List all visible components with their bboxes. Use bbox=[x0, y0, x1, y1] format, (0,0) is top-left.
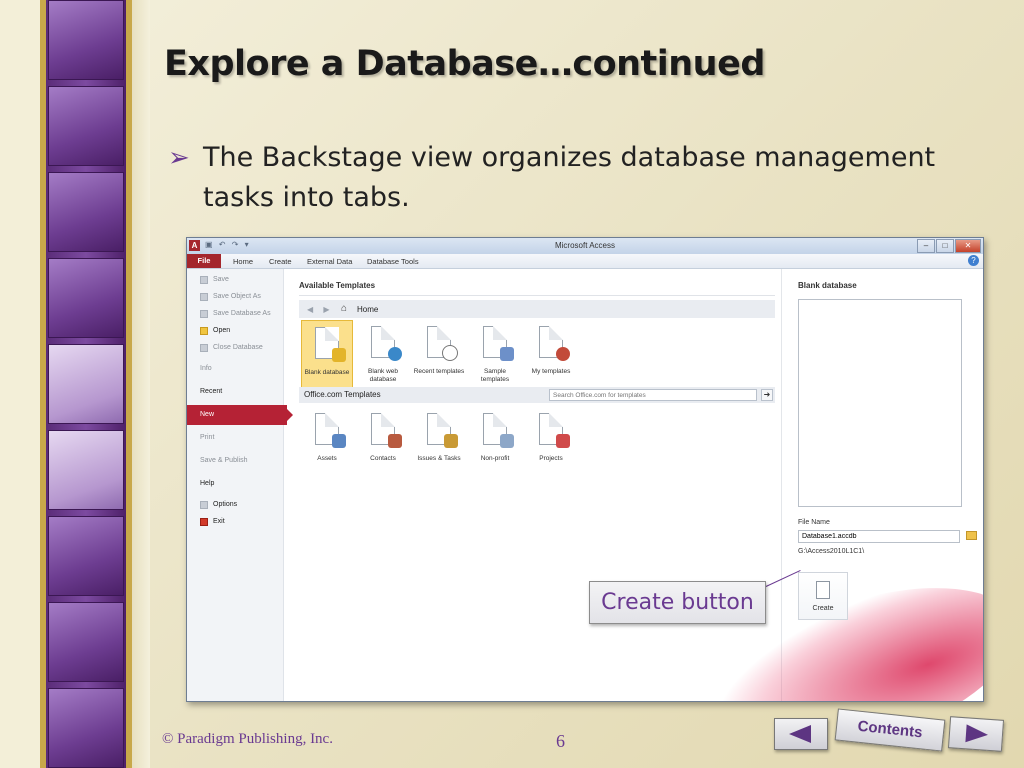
back-forward-icon[interactable]: ◀ ▶ bbox=[307, 305, 334, 314]
office-template-contacts[interactable]: Contacts bbox=[357, 407, 409, 477]
sidebar-item-close-database[interactable]: Close Database bbox=[187, 341, 283, 355]
sidebar-item-open[interactable]: Open bbox=[187, 324, 283, 338]
sidebar-item-help[interactable]: Help bbox=[187, 477, 283, 491]
sidebar-item-recent[interactable]: Recent bbox=[187, 385, 283, 399]
templates-pane: Available Templates ◀ ▶ ⌂ Home Blank dat… bbox=[299, 269, 775, 701]
tab-home[interactable]: Home bbox=[233, 257, 253, 266]
right-triangle-icon bbox=[965, 724, 989, 744]
sidebar-item-save-publish[interactable]: Save & Publish bbox=[187, 454, 283, 468]
decorative-left-band bbox=[0, 0, 150, 768]
file-name-input[interactable] bbox=[798, 530, 960, 543]
calendar-check-icon bbox=[556, 434, 570, 448]
template-nav-bar: ◀ ▶ ⌂ Home bbox=[299, 300, 775, 318]
save-database-icon bbox=[200, 310, 208, 318]
sidebar-item-save-database-as[interactable]: Save Database As bbox=[187, 307, 283, 321]
sample-monitor-icon bbox=[500, 347, 514, 361]
contents-button[interactable]: Contents bbox=[834, 708, 946, 752]
template-my-templates[interactable]: My templates bbox=[525, 320, 577, 390]
blank-database-heading: Blank database bbox=[798, 281, 857, 290]
sidebar-item-print[interactable]: Print bbox=[187, 431, 283, 445]
blank-database-pane: Blank database File Name G:\Access2010L1… bbox=[689, 269, 983, 701]
help-icon[interactable]: ? bbox=[968, 255, 979, 266]
tab-external-data[interactable]: External Data bbox=[307, 257, 352, 266]
access-window-screenshot: A ▣ ↶ ↷ ▾ Microsoft Access – □ ✕ File Ho… bbox=[186, 237, 984, 702]
minimize-button[interactable]: – bbox=[917, 239, 935, 253]
bullet-text: The Backstage view organizes database ma… bbox=[203, 142, 936, 213]
bullet-point: ➢ The Backstage view organizes database … bbox=[168, 138, 968, 218]
home-label[interactable]: Home bbox=[357, 305, 378, 314]
sidebar-item-info[interactable]: Info bbox=[187, 362, 283, 376]
tab-file[interactable]: File bbox=[187, 254, 221, 268]
folder-open-icon bbox=[200, 327, 208, 335]
options-icon bbox=[200, 501, 208, 509]
exit-icon bbox=[200, 518, 208, 526]
save-object-icon bbox=[200, 293, 208, 301]
template-blank-web-database[interactable]: Blank web database bbox=[357, 320, 409, 390]
assets-icon bbox=[332, 434, 346, 448]
tab-create[interactable]: Create bbox=[269, 257, 292, 266]
office-templates-label: Office.com Templates bbox=[304, 390, 381, 399]
office-template-non-profit[interactable]: Non-profit bbox=[469, 407, 521, 477]
office-template-projects[interactable]: Projects bbox=[525, 407, 577, 477]
create-button[interactable]: Create bbox=[798, 572, 848, 620]
search-go-icon[interactable]: ➜ bbox=[761, 389, 773, 401]
tab-database-tools[interactable]: Database Tools bbox=[367, 257, 419, 266]
slide-title: Explore a Database…continued bbox=[164, 44, 765, 84]
page-number: 6 bbox=[556, 731, 565, 751]
create-button-callout: Create button bbox=[589, 581, 766, 624]
clock-icon bbox=[442, 345, 458, 361]
create-document-icon bbox=[816, 581, 830, 599]
template-sample[interactable]: Sample templates bbox=[469, 320, 521, 390]
office-template-assets[interactable]: Assets bbox=[301, 407, 353, 477]
template-preview bbox=[798, 299, 962, 507]
available-templates-heading: Available Templates bbox=[299, 281, 376, 290]
ribbon-tabs: File Home Create External Data Database … bbox=[187, 254, 983, 269]
database-icon bbox=[332, 348, 346, 362]
backstage-sidebar: Save Save Object As Save Database As Ope… bbox=[187, 269, 293, 701]
left-triangle-icon bbox=[789, 725, 811, 743]
close-button[interactable]: ✕ bbox=[955, 239, 981, 253]
sidebar-item-new[interactable]: New bbox=[187, 405, 293, 425]
template-blank-database[interactable]: Blank database bbox=[301, 320, 353, 390]
next-slide-button[interactable] bbox=[947, 716, 1005, 752]
browse-folder-icon[interactable] bbox=[966, 531, 977, 540]
office-templates-bar: Office.com Templates ➜ bbox=[299, 387, 775, 403]
maximize-button[interactable]: □ bbox=[936, 239, 954, 253]
sidebar-item-options[interactable]: Options bbox=[187, 498, 283, 512]
copyright-footer: © Paradigm Publishing, Inc. bbox=[162, 731, 333, 747]
close-database-icon bbox=[200, 344, 208, 352]
file-name-label: File Name bbox=[798, 519, 830, 526]
person-icon bbox=[556, 347, 570, 361]
non-profit-icon bbox=[500, 434, 514, 448]
contacts-icon bbox=[388, 434, 402, 448]
clipboard-icon bbox=[444, 434, 458, 448]
sidebar-item-save[interactable]: Save bbox=[187, 273, 283, 287]
create-label: Create bbox=[812, 605, 834, 612]
office-template-issues-tasks[interactable]: Issues & Tasks bbox=[413, 407, 465, 477]
template-search-input[interactable] bbox=[549, 389, 757, 401]
sidebar-item-exit[interactable]: Exit bbox=[187, 515, 283, 529]
file-path: G:\Access2010L1C1\ bbox=[798, 548, 865, 555]
home-icon[interactable]: ⌂ bbox=[341, 304, 351, 314]
template-recent[interactable]: Recent templates bbox=[413, 320, 465, 390]
window-title: Microsoft Access bbox=[554, 241, 615, 250]
previous-slide-button[interactable] bbox=[774, 718, 828, 750]
sidebar-item-save-object-as[interactable]: Save Object As bbox=[187, 290, 283, 304]
save-icon bbox=[200, 276, 208, 284]
web-database-icon bbox=[388, 347, 402, 361]
bullet-arrow-icon: ➢ bbox=[168, 143, 190, 173]
title-bar: A ▣ ↶ ↷ ▾ Microsoft Access – □ ✕ bbox=[187, 238, 983, 254]
